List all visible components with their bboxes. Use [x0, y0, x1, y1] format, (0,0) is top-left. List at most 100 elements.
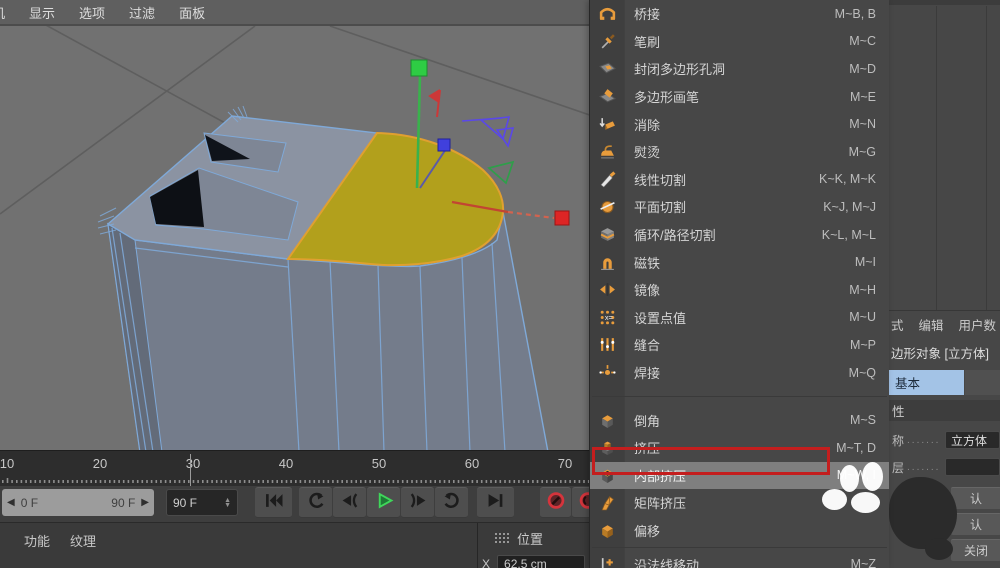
magnet-icon	[590, 254, 624, 271]
leader-dots: .......	[907, 434, 941, 446]
axis-z-knob	[437, 138, 451, 152]
smooth-shift-icon	[590, 522, 624, 539]
range-end-label: 90 F	[111, 495, 136, 510]
viewport-menu-显示[interactable]: 显示	[29, 3, 55, 22]
attribute-row-称: 称....... 立方体	[889, 429, 1000, 451]
axis-x-knob	[554, 210, 570, 226]
menu-item-label: 桥接	[634, 7, 661, 23]
tab-next-stub[interactable]	[965, 370, 1000, 395]
menu-item-磁铁[interactable]: 磁铁 M~I	[590, 248, 889, 276]
menu-item-shortcut: M~H	[849, 282, 876, 297]
status-tab-纹理[interactable]: 纹理	[70, 531, 96, 550]
frame-spinner-icon[interactable]: ▲ ▼	[224, 497, 231, 509]
weld-icon	[590, 364, 624, 381]
menu-item-label: 偏移	[634, 523, 661, 539]
attributes-menu-用户数[interactable]: 用户数	[959, 315, 997, 334]
range-start-label: 0 F	[20, 495, 39, 510]
menu-item-label: 缝合	[634, 338, 661, 354]
prev-key-icon	[305, 492, 327, 514]
panel-divider	[889, 310, 1000, 311]
menu-item-label: 封闭多边形孔洞	[634, 62, 726, 78]
menu-item-沿法线移动[interactable]: 沿法线移动 M~Z	[590, 550, 889, 568]
menu-item-label: 循环/路径切割	[634, 228, 716, 244]
ruler-label-60: 60	[464, 456, 480, 471]
menu-item-shortcut: M~U	[849, 310, 876, 325]
viewport-menu-面板[interactable]: 面板	[179, 3, 205, 22]
cursor-overlay-blob	[840, 465, 859, 492]
record-keyframe-button[interactable]	[540, 487, 571, 518]
attributes-panel: 式编辑 用户数 边形对象 [立方体] 基本 性 称....... 立方体层.....…	[888, 0, 1000, 568]
cinema4d-window: 机 显示 选项 过滤 面板 10 20 30 40 50 60 70 ◀ 0 F 90 F ▶ 90…	[0, 0, 1000, 568]
menu-item-缝合[interactable]: 缝合 M~P	[590, 331, 889, 359]
menu-item-设置点值[interactable]: x= 设置点值 M~U	[590, 304, 889, 332]
menu-item-桥接[interactable]: 桥接 M~B, B	[590, 0, 889, 28]
menu-item-封闭多边形孔洞[interactable]: 封闭多边形孔洞 M~D	[590, 55, 889, 83]
viewport-menu-机[interactable]: 机	[0, 3, 5, 22]
prev-frame-icon	[339, 492, 361, 514]
panel-button-认[interactable]: 认	[951, 513, 1000, 535]
menu-item-多边形画笔[interactable]: 多边形画笔 M~E	[590, 83, 889, 111]
modeling-context-menu: 桥接 M~B, B 笔刷 M~C 封闭多边形孔洞 M~D 多边形画笔 M~E 消除 M~N 熨烫 M~…	[589, 0, 889, 568]
playhead-marker[interactable]	[190, 454, 191, 486]
menu-item-笔刷[interactable]: 笔刷 M~C	[590, 28, 889, 56]
go-to-end-button[interactable]	[477, 487, 514, 518]
range-right-arrow-icon[interactable]: ▶	[141, 497, 149, 508]
menu-item-焊接[interactable]: 焊接 M~Q	[590, 359, 889, 387]
menu-item-线性切割[interactable]: 线性切割 K~K, M~K	[590, 166, 889, 194]
next-key-button[interactable]	[435, 487, 468, 518]
menu-item-熨烫[interactable]: 熨烫 M~G	[590, 138, 889, 166]
attribute-input[interactable]: 立方体	[945, 431, 1000, 449]
next-frame-button[interactable]	[401, 487, 434, 518]
go-start-icon	[263, 492, 285, 514]
menu-item-shortcut: M~D	[849, 61, 876, 76]
ruler-label-20: 20	[92, 456, 108, 471]
previous-frame-button[interactable]	[333, 487, 366, 518]
panel-divider	[936, 6, 937, 310]
leader-dots: .......	[907, 461, 941, 473]
bridge-icon	[590, 5, 624, 22]
attribute-input[interactable]	[945, 458, 1000, 476]
menu-item-shortcut: K~L, M~L	[821, 227, 876, 242]
cursor-overlay-blob	[822, 489, 847, 510]
timeline-range-slider[interactable]: ◀ 0 F 90 F ▶	[2, 489, 154, 516]
menu-item-倒角[interactable]: 倒角 M~S	[590, 406, 889, 434]
previous-key-button[interactable]	[299, 487, 332, 518]
panel-button-认[interactable]: 认	[951, 487, 1000, 509]
points-grid-icon	[495, 532, 509, 543]
current-frame-field[interactable]: 90 F ▲ ▼	[166, 489, 238, 516]
menu-item-label: 磁铁	[634, 255, 661, 271]
menu-item-shortcut: M~Q	[848, 365, 876, 380]
panel-button-关闭[interactable]: 关闭	[951, 539, 1000, 561]
tab-basic[interactable]: 基本	[889, 370, 964, 395]
menu-item-偏移[interactable]: 偏移	[590, 517, 889, 545]
menu-item-label: 消除	[634, 117, 661, 133]
panel-divider	[477, 523, 478, 568]
attributes-menu-式[interactable]: 式	[891, 315, 904, 334]
menu-item-消除[interactable]: 消除 M~N	[590, 110, 889, 138]
stitch-icon	[590, 336, 624, 353]
menu-item-shortcut: M~E	[849, 89, 876, 104]
menu-item-shortcut: M~G	[848, 144, 876, 159]
menu-item-镜像[interactable]: 镜像 M~H	[590, 276, 889, 304]
menu-item-label: 笔刷	[634, 34, 661, 50]
status-tab-功能[interactable]: 功能	[24, 531, 50, 550]
viewport-menu-过滤[interactable]: 过滤	[129, 3, 155, 22]
ruler-label-30: 30	[185, 456, 201, 471]
menu-item-循环/路径切割[interactable]: 循环/路径切割 K~L, M~L	[590, 221, 889, 249]
cursor-overlay-blob	[851, 492, 880, 513]
attribute-row-层: 层.......	[889, 456, 1000, 478]
position-x-field[interactable]: 62.5 cm	[497, 555, 586, 568]
go-to-start-button[interactable]	[255, 487, 292, 518]
play-button[interactable]	[367, 487, 400, 518]
menu-item-label: 设置点值	[634, 310, 687, 326]
menu-item-label: 多边形画笔	[634, 90, 700, 106]
range-left-arrow-icon[interactable]: ◀	[7, 497, 15, 508]
dissolve-icon	[590, 116, 624, 133]
attributes-menu-编辑[interactable]: 编辑	[919, 315, 944, 334]
tutorial-red-callout-box	[592, 447, 830, 475]
position-x-value: 62.5 cm	[504, 556, 547, 568]
ruler-label-40: 40	[278, 456, 294, 471]
viewport-menu-选项[interactable]: 选项	[79, 3, 105, 22]
menu-item-shortcut: M~T, D	[836, 440, 876, 455]
menu-item-平面切割[interactable]: 平面切割 K~J, M~J	[590, 193, 889, 221]
